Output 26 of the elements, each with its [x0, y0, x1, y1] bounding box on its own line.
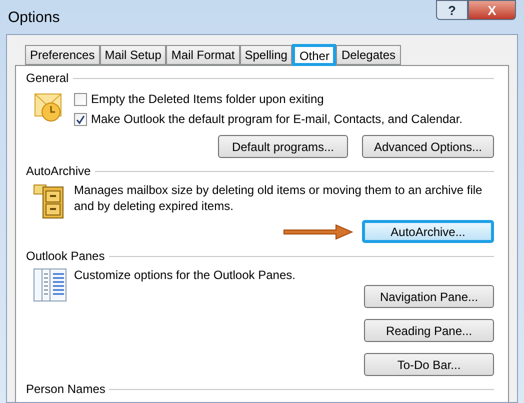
section-description: Customize options for the Outlook Panes. — [74, 267, 296, 283]
checkbox-label: Empty the Deleted Items folder upon exiting — [91, 91, 324, 108]
section-heading: General — [26, 70, 69, 87]
checkbox[interactable] — [74, 92, 87, 106]
dialog-button[interactable]: Navigation Pane... — [364, 285, 494, 308]
section-heading: Person Names — [26, 381, 106, 398]
checkbox-label: Make Outlook the default program for E-mail, Contacts, and Calendar. — [91, 111, 463, 128]
dialog-button[interactable]: Reading Pane... — [364, 319, 494, 342]
tab[interactable]: Spelling — [240, 45, 292, 65]
panes-icon — [33, 268, 67, 302]
section-heading: Outlook Panes — [26, 248, 105, 265]
tab[interactable]: Preferences — [25, 45, 100, 65]
help-button[interactable]: ? — [436, 0, 468, 20]
window-title: Options — [8, 8, 60, 28]
dialog-button[interactable]: Default programs... — [218, 135, 348, 158]
tab[interactable]: Mail Setup — [100, 45, 166, 65]
tab[interactable]: Other — [292, 44, 336, 66]
dialog-button[interactable]: To-Do Bar... — [364, 353, 494, 376]
section-heading: AutoArchive — [26, 163, 91, 180]
checkmark-icon — [76, 114, 85, 124]
tab[interactable]: Delegates — [336, 45, 401, 65]
checkbox[interactable] — [74, 112, 87, 126]
tab[interactable]: Mail Format — [166, 45, 240, 65]
dialog-button[interactable]: AutoArchive... — [362, 220, 494, 243]
section-description: Manages mailbox size by deleting old items or moving them to an archive file and by deleting expired items. — [74, 182, 484, 214]
dialog-button[interactable]: Advanced Options... — [362, 135, 494, 158]
